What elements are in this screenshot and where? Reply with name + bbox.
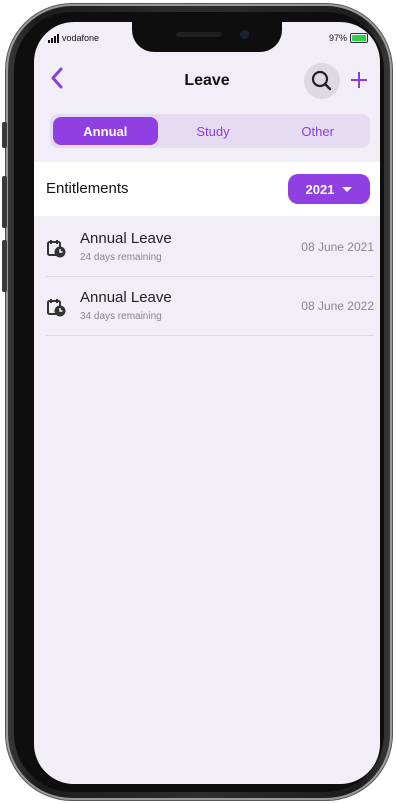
item-date: 08 June 2022 (301, 299, 374, 313)
year-dropdown[interactable]: 2021 (288, 174, 370, 204)
item-remaining: 34 days remaining (80, 311, 162, 322)
calendar-clock-icon (47, 299, 66, 317)
nav-header: Leave (34, 60, 380, 104)
search-button[interactable] (304, 63, 340, 99)
volume-up-button (2, 176, 7, 228)
list-item[interactable]: Annual Leave 34 days remaining 08 June 2… (46, 277, 374, 336)
speaker-grille (176, 32, 222, 37)
year-value: 2021 (305, 181, 335, 197)
add-button[interactable] (350, 63, 368, 97)
signal-icon (48, 34, 59, 43)
tab-study[interactable]: Study (161, 114, 266, 148)
search-icon (311, 70, 332, 91)
battery-icon (350, 33, 368, 43)
battery-indicator: 97% (329, 33, 368, 43)
calendar-clock-icon (47, 240, 66, 258)
item-remaining: 24 days remaining (80, 252, 162, 263)
tab-annual[interactable]: Annual (53, 117, 158, 145)
entitlement-list: Annual Leave 24 days remaining 08 June 2… (34, 218, 380, 336)
chevron-down-icon (342, 186, 353, 192)
item-title: Annual Leave (80, 289, 172, 306)
plus-icon (351, 72, 367, 88)
camera-icon (240, 30, 249, 39)
notch (132, 22, 282, 52)
carrier-indicator: vodafone (48, 33, 99, 43)
list-item[interactable]: Annual Leave 24 days remaining 08 June 2… (46, 218, 374, 277)
mute-switch (2, 122, 7, 148)
section-title: Entitlements (46, 180, 129, 197)
leave-type-tabs: Annual Study Other (50, 114, 370, 148)
carrier-name: vodafone (62, 33, 100, 43)
entitlements-bar: Entitlements 2021 (34, 162, 380, 216)
screen: vodafone 97% Leave Annual Study Other En… (34, 22, 380, 784)
item-date: 08 June 2021 (301, 240, 374, 254)
tab-other[interactable]: Other (265, 114, 370, 148)
battery-percent: 97% (328, 33, 347, 43)
item-title: Annual Leave (80, 230, 172, 247)
volume-down-button (2, 240, 7, 292)
